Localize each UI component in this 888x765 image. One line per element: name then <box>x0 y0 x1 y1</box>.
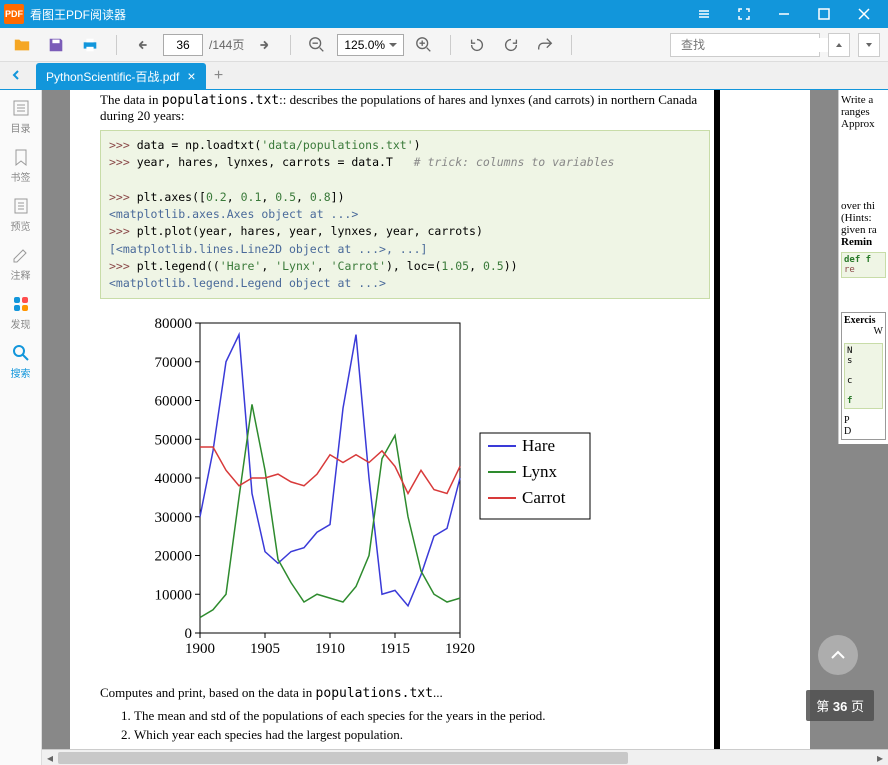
svg-text:1900: 1900 <box>185 641 215 657</box>
zoom-in-icon[interactable] <box>410 31 438 59</box>
new-tab-icon[interactable]: + <box>206 63 232 89</box>
intro-text: The data in populations.txt:: describes … <box>100 90 710 124</box>
population-chart: 0 10000 20000 30000 40000 50000 60000 70000 8000… <box>130 313 610 673</box>
svg-text:Carrot: Carrot <box>522 488 566 507</box>
search-next-icon[interactable] <box>858 33 880 57</box>
adjacent-page-sliver: Write a ranges Approx over thi (Hints: g… <box>838 90 888 444</box>
sidebar-annotate[interactable]: 注释 <box>3 245 39 282</box>
app-title: 看图王PDF阅读器 <box>30 6 684 23</box>
svg-text:1905: 1905 <box>250 641 280 657</box>
app-logo: PDF <box>4 4 24 24</box>
task-item: Which year each species had the largest … <box>134 725 710 745</box>
svg-text:Hare: Hare <box>522 436 555 455</box>
next-page-icon[interactable] <box>250 31 278 59</box>
rotate-left-icon[interactable] <box>463 31 491 59</box>
page-total-label: /144页 <box>209 36 244 53</box>
svg-text:1910: 1910 <box>315 641 345 657</box>
prev-page-icon[interactable] <box>129 31 157 59</box>
sidebar: 目录 书签 预览 注释 发现 搜索 <box>0 90 42 765</box>
titlebar: PDF 看图王PDF阅读器 <box>0 0 888 28</box>
svg-text:20000: 20000 <box>155 549 193 565</box>
svg-text:50000: 50000 <box>155 433 193 449</box>
search-prev-icon[interactable] <box>828 33 850 57</box>
tab-label: PythonScientific-百战.pdf <box>46 68 179 85</box>
page-indicator-badge: 第 36 页 <box>806 690 874 721</box>
code-block: >>> data = np.loadtxt('data/populations.… <box>100 130 710 299</box>
pdf-viewer[interactable]: The data in populations.txt:: describes … <box>42 90 888 765</box>
svg-text:1920: 1920 <box>445 641 475 657</box>
svg-text:10000: 10000 <box>155 588 193 604</box>
save-icon[interactable] <box>42 31 70 59</box>
search-box[interactable] <box>670 33 820 57</box>
tab-back-icon[interactable] <box>0 61 32 89</box>
share-icon[interactable] <box>531 31 559 59</box>
sidebar-preview[interactable]: 预览 <box>3 196 39 233</box>
sidebar-bookmark[interactable]: 书签 <box>3 147 39 184</box>
svg-text:1915: 1915 <box>380 641 410 657</box>
svg-text:30000: 30000 <box>155 510 193 526</box>
search-input[interactable] <box>681 38 836 52</box>
svg-text:60000: 60000 <box>155 394 193 410</box>
svg-text:0: 0 <box>185 626 193 642</box>
tabstrip: PythonScientific-百战.pdf × + <box>0 62 888 90</box>
sidebar-catalog[interactable]: 目录 <box>3 98 39 135</box>
svg-text:Lynx: Lynx <box>522 462 557 481</box>
open-file-icon[interactable] <box>8 31 36 59</box>
scroll-to-top-button[interactable] <box>818 635 858 675</box>
rotate-right-icon[interactable] <box>497 31 525 59</box>
zoom-out-icon[interactable] <box>303 31 331 59</box>
close-icon[interactable] <box>844 0 884 28</box>
sidebar-search[interactable]: 搜索 <box>3 343 39 380</box>
svg-text:40000: 40000 <box>155 471 193 487</box>
page-number-input[interactable] <box>163 34 203 56</box>
task-item: The mean and std of the populations of e… <box>134 706 710 726</box>
svg-text:80000: 80000 <box>155 316 193 332</box>
print-icon[interactable] <box>76 31 104 59</box>
minimize-icon[interactable] <box>764 0 804 28</box>
svg-text:70000: 70000 <box>155 355 193 371</box>
sidebar-discover[interactable]: 发现 <box>3 294 39 331</box>
toolbar: /144页 125.0% <box>0 28 888 62</box>
maximize-icon[interactable] <box>804 0 844 28</box>
tab-close-icon[interactable]: × <box>187 68 195 84</box>
tab-document[interactable]: PythonScientific-百战.pdf × <box>36 63 206 89</box>
fullscreen-icon[interactable] <box>724 0 764 28</box>
menu-icon[interactable] <box>684 0 724 28</box>
scroll-left-icon[interactable]: ◂ <box>42 750 58 765</box>
scroll-right-icon[interactable]: ▸ <box>872 750 888 765</box>
pdf-page: The data in populations.txt:: describes … <box>70 90 810 765</box>
zoom-select[interactable]: 125.0% <box>337 34 404 56</box>
scrollbar-thumb[interactable] <box>58 752 628 764</box>
horizontal-scrollbar[interactable]: ◂ ▸ <box>42 749 888 765</box>
